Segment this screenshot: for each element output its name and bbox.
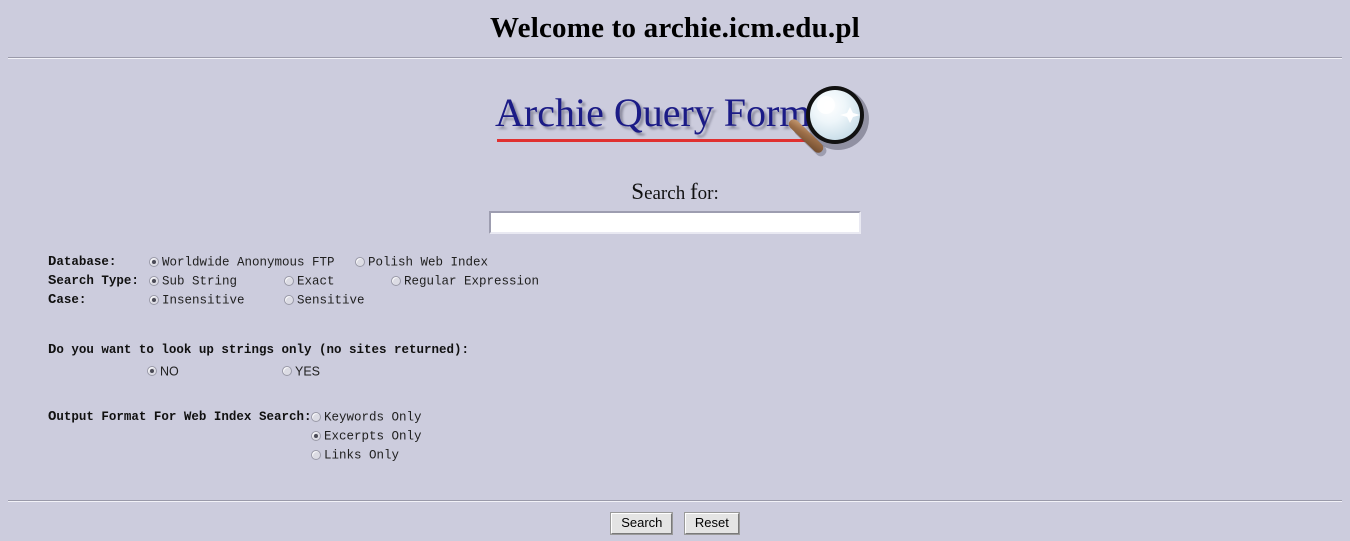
- radio-output-keywords-only[interactable]: Keywords Only: [311, 408, 422, 427]
- search-button[interactable]: Search: [611, 513, 673, 534]
- search-label-rest2: or:: [697, 183, 719, 204]
- radio-icon[interactable]: [284, 295, 294, 306]
- magnifying-glass-icon: [780, 79, 875, 179]
- radio-output-links-only[interactable]: Links Only: [311, 446, 422, 465]
- radio-icon[interactable]: [311, 412, 321, 423]
- radio-label: NO: [160, 364, 179, 379]
- search-input[interactable]: [489, 211, 861, 234]
- radio-icon[interactable]: [149, 276, 159, 287]
- search-input-row: [0, 211, 1350, 234]
- case-label: Case:: [48, 292, 87, 308]
- radio-label: Polish Web Index: [368, 255, 489, 270]
- search-label-cap2: f: [689, 179, 698, 204]
- option-row-database: Database: Worldwide Anonymous FTP Polish…: [48, 253, 1048, 272]
- radio-case-insensitive[interactable]: Insensitive: [149, 291, 245, 310]
- option-row-search-type: Search Type: Sub String Exact Regular Ex…: [48, 272, 1048, 291]
- radio-label: Excerpts Only: [324, 429, 422, 444]
- logo-banner: Archie Query Form: [0, 75, 1350, 179]
- radio-strings-only-no[interactable]: NO: [147, 362, 179, 381]
- radio-label: Worldwide Anonymous FTP: [162, 255, 335, 270]
- divider-bottom: [8, 500, 1342, 502]
- page-title: Welcome to archie.icm.edu.pl: [490, 12, 860, 44]
- reset-button[interactable]: Reset: [684, 513, 739, 534]
- radio-label: YES: [295, 364, 321, 379]
- options-group: Database: Worldwide Anonymous FTP Polish…: [48, 253, 1048, 310]
- search-type-label: Search Type:: [48, 273, 139, 289]
- divider-top: [8, 57, 1342, 59]
- output-format-label: Output Format For Web Index Search:: [48, 409, 312, 425]
- search-for-label: Search for:: [0, 179, 1350, 205]
- radio-database-worldwide-ftp[interactable]: Worldwide Anonymous FTP: [149, 253, 335, 272]
- radio-icon[interactable]: [147, 366, 157, 377]
- search-label-cap: S: [631, 179, 645, 204]
- radio-label: Exact: [297, 274, 335, 289]
- radio-case-sensitive[interactable]: Sensitive: [284, 291, 365, 310]
- radio-icon[interactable]: [311, 431, 321, 442]
- option-row-case: Case: Insensitive Sensitive: [48, 291, 1048, 310]
- radio-search-type-regular-expression[interactable]: Regular Expression: [391, 272, 539, 291]
- radio-label: Sub String: [162, 274, 238, 289]
- radio-search-type-exact[interactable]: Exact: [284, 272, 335, 291]
- strings-only-question: Do you want to look up strings only (no …: [48, 342, 469, 358]
- search-label-rest: earch: [644, 183, 690, 204]
- radio-database-polish-web-index[interactable]: Polish Web Index: [355, 253, 488, 272]
- radio-output-excerpts-only[interactable]: Excerpts Only: [311, 427, 422, 446]
- output-format-choices: Keywords Only Excerpts Only Links Only: [311, 408, 422, 465]
- radio-label: Regular Expression: [404, 274, 540, 289]
- radio-label: Insensitive: [162, 293, 245, 308]
- radio-label: Keywords Only: [324, 410, 422, 425]
- radio-icon[interactable]: [282, 366, 292, 377]
- radio-strings-only-yes[interactable]: YES: [282, 362, 320, 381]
- logo-title: Archie Query Form: [495, 90, 811, 135]
- radio-icon[interactable]: [391, 276, 401, 287]
- radio-search-type-sub-string[interactable]: Sub String: [149, 272, 237, 291]
- radio-label: Sensitive: [297, 293, 365, 308]
- radio-icon[interactable]: [284, 276, 294, 287]
- radio-icon[interactable]: [149, 257, 159, 268]
- radio-icon[interactable]: [311, 450, 321, 461]
- database-label: Database:: [48, 254, 117, 270]
- radio-icon[interactable]: [355, 257, 365, 268]
- logo-underline: [497, 139, 807, 142]
- strings-only-group: Do you want to look up strings only (no …: [48, 341, 948, 380]
- radio-icon[interactable]: [149, 295, 159, 306]
- form-button-bar: Search Reset: [0, 513, 1350, 534]
- radio-label: Links Only: [324, 448, 400, 463]
